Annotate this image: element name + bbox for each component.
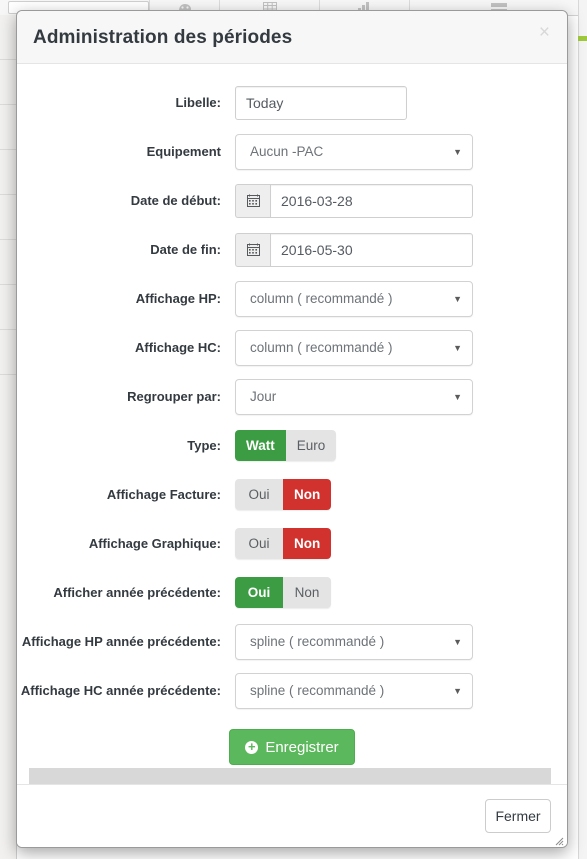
label-affichage-hc-annee-precedente: Affichage HC année précédente:: [20, 683, 221, 698]
affichage-facture-toggle-group: Oui Non: [235, 479, 332, 510]
affichage-graphique-option-oui[interactable]: Oui: [235, 528, 283, 559]
chevron-down-icon: ▼: [453, 685, 462, 696]
label-affichage-graphique: Affichage Graphique:: [88, 536, 221, 551]
date-debut-group: [235, 183, 473, 218]
label-type: Type:: [187, 438, 221, 453]
affichage-hc-annee-precedente-select-value: spline ( recommandé ): [250, 683, 385, 698]
affichage-hc-select-value: column ( recommandé ): [250, 340, 393, 355]
form-row-date-debut: Date de début:: [17, 176, 567, 225]
chevron-down-icon: ▼: [453, 636, 462, 647]
chevron-down-icon: ▼: [453, 146, 462, 157]
afficher-annee-precedente-option-non[interactable]: Non: [283, 577, 331, 608]
plus-circle-icon: +: [245, 740, 259, 754]
form-row-affichage-hp: Affichage HP: column ( recommandé ) ▼: [17, 274, 567, 323]
label-date-debut: Date de début:: [130, 193, 221, 208]
label-regrouper-par: Regrouper par:: [127, 389, 221, 404]
afficher-annee-precedente-option-oui[interactable]: Oui: [235, 577, 283, 608]
dialog-body: Libelle: Equipement Aucun -PAC ▼ Date de…: [17, 64, 567, 784]
chevron-down-icon: ▼: [453, 391, 462, 402]
equipement-select[interactable]: Aucun -PAC ▼: [235, 133, 473, 170]
equipement-select-value: Aucun -PAC: [250, 144, 324, 159]
label-affichage-hc: Affichage HC:: [135, 340, 221, 355]
calendar-icon[interactable]: [235, 183, 270, 218]
label-affichage-facture: Affichage Facture:: [106, 487, 221, 502]
form-row-affichage-graphique: Affichage Graphique: Oui Non: [17, 519, 567, 568]
affichage-hc-select[interactable]: column ( recommandé ) ▼: [235, 329, 473, 366]
afficher-annee-precedente-toggle-group: Oui Non: [235, 577, 331, 608]
background-accent-strip: [578, 36, 587, 41]
label-equipement: Equipement: [146, 144, 221, 159]
form-row-affichage-hp-annee-precedente: Affichage HP année précédente: spline ( …: [17, 617, 567, 666]
affichage-graphique-option-non[interactable]: Non: [283, 528, 332, 559]
form-row-affichage-facture: Affichage Facture: Oui Non: [17, 470, 567, 519]
date-debut-input[interactable]: [270, 183, 473, 218]
affichage-hp-annee-precedente-select[interactable]: spline ( recommandé ) ▼: [235, 623, 473, 660]
affichage-facture-option-non[interactable]: Non: [283, 479, 332, 510]
date-fin-input[interactable]: [270, 232, 473, 267]
regrouper-par-select[interactable]: Jour ▼: [235, 378, 473, 415]
label-affichage-hp-annee-precedente: Affichage HP année précédente:: [21, 634, 221, 649]
dialog-title: Administration des périodes: [33, 27, 293, 48]
form-row-affichage-hc: Affichage HC: column ( recommandé ) ▼: [17, 323, 567, 372]
horizontal-scrollbar-thumb[interactable]: [29, 768, 551, 784]
affichage-hp-select-value: column ( recommandé ): [250, 291, 393, 306]
calendar-icon[interactable]: [235, 232, 270, 267]
dialog-footer: Fermer: [17, 784, 567, 847]
form-row-date-fin: Date de fin:: [17, 225, 567, 274]
type-toggle-group: Watt Euro: [235, 430, 337, 461]
form-row-afficher-annee-precedente: Afficher année précédente: Oui Non: [17, 568, 567, 617]
affichage-hp-annee-precedente-select-value: spline ( recommandé ): [250, 634, 385, 649]
chevron-down-icon: ▼: [453, 293, 462, 304]
affichage-hc-annee-precedente-select[interactable]: spline ( recommandé ) ▼: [235, 672, 473, 709]
affichage-hp-select[interactable]: column ( recommandé ) ▼: [235, 280, 473, 317]
form-row-type: Type: Watt Euro: [17, 421, 567, 470]
type-option-euro[interactable]: Euro: [285, 430, 337, 461]
label-afficher-annee-precedente: Afficher année précédente:: [53, 585, 221, 600]
date-fin-group: [235, 232, 473, 267]
type-option-watt[interactable]: Watt: [235, 430, 286, 461]
resize-handle-icon[interactable]: [552, 833, 564, 846]
libelle-input[interactable]: [235, 85, 407, 120]
form-row-regrouper-par: Regrouper par: Jour ▼: [17, 372, 567, 421]
close-icon[interactable]: ×: [535, 21, 554, 44]
regrouper-par-select-value: Jour: [250, 389, 277, 404]
label-date-fin: Date de fin:: [150, 242, 221, 257]
background-sidebar: [0, 15, 17, 859]
fermer-button[interactable]: Fermer: [485, 799, 551, 833]
dialog-header: Administration des périodes ×: [17, 11, 567, 64]
form-row-libelle: Libelle:: [17, 78, 567, 127]
save-row: + Enregistrer: [17, 715, 567, 765]
chevron-down-icon: ▼: [453, 342, 462, 353]
label-affichage-hp: Affichage HP:: [135, 291, 221, 306]
form-row-equipement: Equipement Aucun -PAC ▼: [17, 127, 567, 176]
horizontal-scrollbar[interactable]: [29, 768, 551, 784]
affichage-graphique-toggle-group: Oui Non: [235, 528, 332, 559]
label-libelle: Libelle:: [175, 95, 221, 110]
save-button[interactable]: + Enregistrer: [229, 729, 355, 765]
periods-administration-dialog: Administration des périodes × Libelle: E…: [16, 10, 568, 848]
form-row-affichage-hc-annee-precedente: Affichage HC année précédente: spline ( …: [17, 666, 567, 715]
background-right-rail: [578, 0, 587, 859]
save-button-label: Enregistrer: [265, 738, 339, 756]
affichage-facture-option-oui[interactable]: Oui: [235, 479, 283, 510]
